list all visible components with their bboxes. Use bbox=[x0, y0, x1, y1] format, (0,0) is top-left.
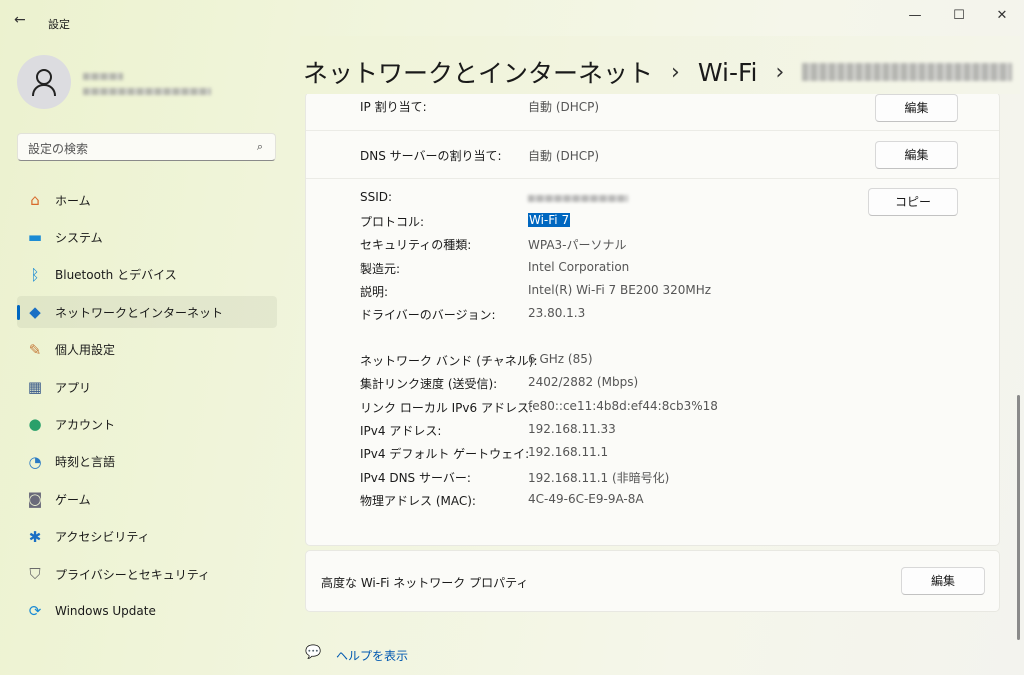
detail-label: ネットワーク バンド (チャネル): bbox=[360, 354, 538, 368]
system-icon: ▬ bbox=[27, 228, 43, 247]
copy-button[interactable]: コピー bbox=[868, 188, 958, 216]
back-button[interactable]: ← bbox=[14, 12, 26, 28]
ip-assignment-value: 自動 (DHCP) bbox=[528, 100, 600, 114]
detail-label: IPv4 アドレス: bbox=[360, 423, 442, 438]
user-name-redacted bbox=[83, 73, 123, 80]
breadcrumb-wifi[interactable]: Wi-Fi bbox=[698, 58, 758, 87]
edit-advanced-button[interactable]: 編集 bbox=[901, 567, 985, 595]
sidebar-item-label: ホーム bbox=[55, 193, 91, 208]
search-icon: ⌕ bbox=[256, 140, 263, 153]
sidebar-item-10[interactable]: ⛉ プライバシーとセキュリティ bbox=[17, 558, 277, 590]
accessibility-icon: ✱ bbox=[28, 527, 42, 546]
edit-dns-button[interactable]: 編集 bbox=[875, 141, 958, 169]
sidebar-item-8[interactable]: ◙ ゲーム bbox=[17, 483, 277, 515]
gamepad-icon: ◙ bbox=[27, 490, 43, 509]
sidebar-item-label: アクセシビリティ bbox=[55, 530, 150, 545]
scrollbar[interactable] bbox=[1017, 395, 1020, 640]
detail-label: IPv4 デフォルト ゲートウェイ: bbox=[360, 447, 530, 462]
sidebar-item-label: ネットワークとインターネット bbox=[55, 305, 224, 320]
sidebar-item-9[interactable]: ✱ アクセシビリティ bbox=[17, 521, 277, 553]
sidebar-item-5[interactable]: ▦ アプリ bbox=[17, 371, 277, 403]
detail-value: 6 GHz (85) bbox=[528, 352, 593, 366]
sidebar-item-label: プライバシーとセキュリティ bbox=[55, 567, 211, 582]
chevron-right-icon: › bbox=[775, 59, 785, 85]
breadcrumb-network[interactable]: ネットワークとインターネット bbox=[303, 54, 653, 90]
dns-assignment-value: 自動 (DHCP) bbox=[528, 149, 600, 163]
selection-indicator bbox=[17, 305, 20, 321]
detail-label: 物理アドレス (MAC): bbox=[360, 493, 476, 508]
sidebar-item-7[interactable]: ◔ 時刻と言語 bbox=[17, 446, 277, 478]
sidebar-item-label: システム bbox=[55, 230, 103, 245]
sidebar-item-11[interactable]: ⟳ Windows Update bbox=[17, 595, 277, 627]
sidebar-item-6[interactable]: ● アカウント bbox=[17, 408, 277, 440]
detail-value: Intel Corporation bbox=[528, 259, 630, 274]
minimize-button[interactable]: — bbox=[905, 8, 925, 23]
sidebar-item-3[interactable]: ◆ ネットワークとインターネット bbox=[17, 296, 277, 329]
detail-value: 192.168.11.1 (非暗号化) bbox=[528, 470, 670, 485]
ssid-value-redacted bbox=[528, 195, 628, 202]
edit-ip-button[interactable]: 編集 bbox=[875, 94, 958, 122]
detail-label: 説明: bbox=[360, 284, 389, 299]
user-email-redacted bbox=[83, 88, 211, 95]
help-icon: 💬 bbox=[305, 645, 322, 660]
search-input[interactable]: 設定の検索 ⌕ bbox=[17, 133, 276, 161]
detail-label: ドライバーのバージョン: bbox=[360, 308, 496, 322]
clock-globe-icon: ◔ bbox=[28, 452, 42, 471]
divider bbox=[306, 130, 999, 131]
detail-value: 23.80.1.3 bbox=[528, 306, 586, 320]
user-icon bbox=[32, 69, 56, 97]
detail-label: SSID: bbox=[360, 190, 393, 204]
app-title: 設定 bbox=[48, 18, 70, 31]
sidebar-item-label: ゲーム bbox=[55, 492, 91, 507]
sidebar-item-2[interactable]: ᛒ Bluetooth とデバイス bbox=[17, 259, 277, 291]
wifi-icon: ◆ bbox=[29, 303, 41, 322]
help-link[interactable]: ヘルプを表示 bbox=[336, 647, 408, 664]
update-icon: ⟳ bbox=[28, 602, 42, 621]
detail-value: Wi-Fi 7 bbox=[528, 213, 571, 228]
title-bar: ← 設定 — ☐ ✕ bbox=[0, 0, 1024, 36]
detail-value: 4C-49-6C-E9-9A-8A bbox=[528, 491, 644, 506]
detail-label: プロトコル: bbox=[360, 215, 425, 230]
sidebar-item-label: 時刻と言語 bbox=[55, 455, 116, 470]
detail-value: WPA3-パーソナル bbox=[528, 238, 627, 253]
bluetooth-icon: ᛒ bbox=[30, 265, 40, 284]
avatar[interactable] bbox=[17, 55, 71, 109]
detail-value: 192.168.11.1 bbox=[528, 445, 609, 460]
search-placeholder: 設定の検索 bbox=[28, 142, 89, 156]
detail-label: 集計リンク速度 (送受信): bbox=[360, 377, 498, 392]
ssid-redacted bbox=[802, 63, 1013, 81]
sidebar-item-label: 個人用設定 bbox=[55, 343, 116, 358]
sidebar-item-label: アカウント bbox=[55, 417, 116, 432]
sidebar-item-label: Bluetooth とデバイス bbox=[55, 268, 177, 283]
sidebar-item-label: Windows Update bbox=[55, 604, 156, 619]
advanced-properties-label: 高度な Wi-Fi ネットワーク プロパティ bbox=[321, 576, 529, 590]
sidebar-item-0[interactable]: ⌂ ホーム bbox=[17, 184, 277, 216]
detail-label: セキュリティの種類: bbox=[360, 238, 472, 253]
sidebar-item-4[interactable]: ✎ 個人用設定 bbox=[17, 334, 277, 366]
dns-assignment-label: DNS サーバーの割り当て: bbox=[360, 149, 502, 163]
breadcrumb: ネットワークとインターネット › Wi-Fi › bbox=[303, 54, 1013, 90]
chevron-right-icon: › bbox=[671, 59, 680, 85]
divider bbox=[306, 178, 999, 179]
ip-assignment-label: IP 割り当て: bbox=[360, 100, 427, 114]
apps-icon: ▦ bbox=[27, 378, 43, 396]
detail-label: リンク ローカル IPv6 アドレス: bbox=[360, 400, 533, 415]
maximize-button[interactable]: ☐ bbox=[949, 8, 969, 23]
sidebar-item-label: アプリ bbox=[55, 380, 92, 395]
sidebar-item-1[interactable]: ▬ システム bbox=[17, 221, 277, 253]
home-icon: ⌂ bbox=[30, 191, 40, 209]
detail-value: 192.168.11.33 bbox=[528, 421, 616, 436]
detail-value: 2402/2882 (Mbps) bbox=[528, 375, 639, 390]
detail-value: fe80::ce11:4b8d:ef44:8cb3%18 bbox=[528, 398, 718, 413]
shield-icon: ⛉ bbox=[29, 565, 41, 583]
detail-value: Intel(R) Wi-Fi 7 BE200 320MHz bbox=[528, 282, 712, 297]
detail-label: 製造元: bbox=[360, 261, 401, 276]
close-button[interactable]: ✕ bbox=[992, 8, 1012, 23]
detail-label: IPv4 DNS サーバー: bbox=[360, 470, 471, 485]
brush-icon: ✎ bbox=[28, 340, 42, 359]
account-icon: ● bbox=[28, 415, 42, 434]
